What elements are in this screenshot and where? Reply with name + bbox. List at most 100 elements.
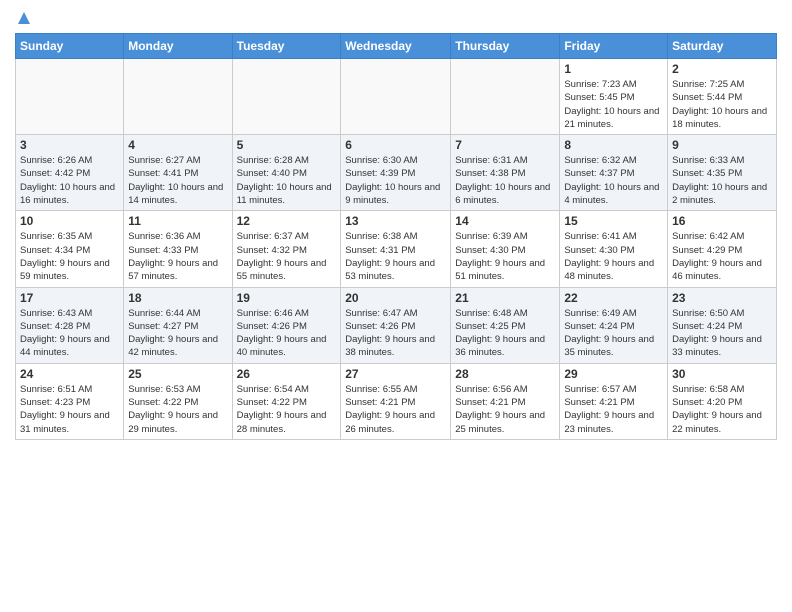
day-info: Sunrise: 6:55 AM Sunset: 4:21 PM Dayligh… [345, 383, 446, 436]
day-info: Sunrise: 6:41 AM Sunset: 4:30 PM Dayligh… [564, 230, 663, 283]
calendar-cell: 2 Sunrise: 7:25 AM Sunset: 5:44 PM Daylig… [668, 59, 777, 135]
header-friday: Friday [560, 34, 668, 59]
day-number: 2 [672, 62, 772, 76]
calendar-cell: 26 Sunrise: 6:54 AM Sunset: 4:22 PM Dayli… [232, 363, 341, 439]
week-row-1: 3 Sunrise: 6:26 AM Sunset: 4:42 PM Daylig… [16, 135, 777, 211]
day-number: 29 [564, 367, 663, 381]
calendar-cell [341, 59, 451, 135]
day-info: Sunrise: 6:43 AM Sunset: 4:28 PM Dayligh… [20, 307, 119, 360]
day-info: Sunrise: 6:42 AM Sunset: 4:29 PM Dayligh… [672, 230, 772, 283]
calendar-cell: 10 Sunrise: 6:35 AM Sunset: 4:34 PM Dayli… [16, 211, 124, 287]
calendar-cell: 17Sunrise: 6:43 AM Sunset: 4:28 PM Dayli… [16, 287, 124, 363]
calendar-cell: 9Sunrise: 6:33 AM Sunset: 4:35 PM Daylig… [668, 135, 777, 211]
day-number: 24 [20, 367, 119, 381]
day-info: Sunrise: 6:32 AM Sunset: 4:37 PM Dayligh… [564, 154, 663, 207]
calendar-cell: 16Sunrise: 6:42 AM Sunset: 4:29 PM Dayli… [668, 211, 777, 287]
day-number: 21 [455, 291, 555, 305]
logo-triangle-icon [17, 11, 31, 25]
day-info: Sunrise: 6:37 AM Sunset: 4:32 PM Dayligh… [237, 230, 337, 283]
day-info: Sunrise: 6:54 AM Sunset: 4:22 PM Dayligh… [237, 383, 337, 436]
calendar-cell: 25 Sunrise: 6:53 AM Sunset: 4:22 PM Dayli… [124, 363, 232, 439]
calendar-cell: 29 Sunrise: 6:57 AM Sunset: 4:21 PM Dayli… [560, 363, 668, 439]
calendar-cell: 22 Sunrise: 6:49 AM Sunset: 4:24 PM Dayli… [560, 287, 668, 363]
calendar-cell: 27 Sunrise: 6:55 AM Sunset: 4:21 PM Dayli… [341, 363, 451, 439]
day-info: Sunrise: 6:57 AM Sunset: 4:21 PM Dayligh… [564, 383, 663, 436]
header-area [15, 10, 777, 25]
day-number: 8 [564, 138, 663, 152]
day-info: Sunrise: 7:25 AM Sunset: 5:44 PM Dayligh… [672, 78, 772, 131]
day-number: 3 [20, 138, 119, 152]
day-info: Sunrise: 7:23 AM Sunset: 5:45 PM Dayligh… [564, 78, 663, 131]
day-info: Sunrise: 6:53 AM Sunset: 4:22 PM Dayligh… [128, 383, 227, 436]
calendar-cell: 6 Sunrise: 6:30 AM Sunset: 4:39 PM Daylig… [341, 135, 451, 211]
day-number: 6 [345, 138, 446, 152]
day-number: 4 [128, 138, 227, 152]
calendar-cell [232, 59, 341, 135]
day-info: Sunrise: 6:48 AM Sunset: 4:25 PM Dayligh… [455, 307, 555, 360]
day-info: Sunrise: 6:36 AM Sunset: 4:33 PM Dayligh… [128, 230, 227, 283]
day-number: 19 [237, 291, 337, 305]
day-info: Sunrise: 6:46 AM Sunset: 4:26 PM Dayligh… [237, 307, 337, 360]
day-info: Sunrise: 6:58 AM Sunset: 4:20 PM Dayligh… [672, 383, 772, 436]
calendar-cell: 13 Sunrise: 6:38 AM Sunset: 4:31 PM Dayli… [341, 211, 451, 287]
calendar-cell: 28Sunrise: 6:56 AM Sunset: 4:21 PM Dayli… [451, 363, 560, 439]
day-info: Sunrise: 6:49 AM Sunset: 4:24 PM Dayligh… [564, 307, 663, 360]
logo [15, 10, 31, 25]
day-number: 22 [564, 291, 663, 305]
calendar-cell: 19 Sunrise: 6:46 AM Sunset: 4:26 PM Dayli… [232, 287, 341, 363]
calendar-cell: 7 Sunrise: 6:31 AM Sunset: 4:38 PM Daylig… [451, 135, 560, 211]
day-number: 30 [672, 367, 772, 381]
day-number: 14 [455, 214, 555, 228]
header-tuesday: Tuesday [232, 34, 341, 59]
calendar-cell: 21 Sunrise: 6:48 AM Sunset: 4:25 PM Dayli… [451, 287, 560, 363]
day-info: Sunrise: 6:51 AM Sunset: 4:23 PM Dayligh… [20, 383, 119, 436]
calendar: Sunday Monday Tuesday Wednesday Thursday… [15, 33, 777, 440]
logo-text [15, 10, 31, 25]
day-number: 23 [672, 291, 772, 305]
day-info: Sunrise: 6:35 AM Sunset: 4:34 PM Dayligh… [20, 230, 119, 283]
day-number: 1 [564, 62, 663, 76]
day-info: Sunrise: 6:44 AM Sunset: 4:27 PM Dayligh… [128, 307, 227, 360]
day-number: 25 [128, 367, 227, 381]
page: Sunday Monday Tuesday Wednesday Thursday… [0, 0, 792, 612]
calendar-cell: 20 Sunrise: 6:47 AM Sunset: 4:26 PM Dayli… [341, 287, 451, 363]
calendar-cell: 3 Sunrise: 6:26 AM Sunset: 4:42 PM Daylig… [16, 135, 124, 211]
calendar-cell: 14 Sunrise: 6:39 AM Sunset: 4:30 PM Dayli… [451, 211, 560, 287]
day-info: Sunrise: 6:39 AM Sunset: 4:30 PM Dayligh… [455, 230, 555, 283]
calendar-cell [451, 59, 560, 135]
week-row-0: 1 Sunrise: 7:23 AM Sunset: 5:45 PM Daylig… [16, 59, 777, 135]
day-number: 26 [237, 367, 337, 381]
calendar-cell [124, 59, 232, 135]
day-number: 20 [345, 291, 446, 305]
calendar-cell [16, 59, 124, 135]
calendar-cell: 4Sunrise: 6:27 AM Sunset: 4:41 PM Daylig… [124, 135, 232, 211]
day-info: Sunrise: 6:56 AM Sunset: 4:21 PM Dayligh… [455, 383, 555, 436]
header-wednesday: Wednesday [341, 34, 451, 59]
day-number: 15 [564, 214, 663, 228]
day-info: Sunrise: 6:30 AM Sunset: 4:39 PM Dayligh… [345, 154, 446, 207]
day-info: Sunrise: 6:28 AM Sunset: 4:40 PM Dayligh… [237, 154, 337, 207]
day-number: 5 [237, 138, 337, 152]
calendar-cell: 15 Sunrise: 6:41 AM Sunset: 4:30 PM Dayli… [560, 211, 668, 287]
week-row-3: 17Sunrise: 6:43 AM Sunset: 4:28 PM Dayli… [16, 287, 777, 363]
calendar-cell: 12Sunrise: 6:37 AM Sunset: 4:32 PM Dayli… [232, 211, 341, 287]
day-number: 7 [455, 138, 555, 152]
day-number: 10 [20, 214, 119, 228]
calendar-cell: 23Sunrise: 6:50 AM Sunset: 4:24 PM Dayli… [668, 287, 777, 363]
day-number: 18 [128, 291, 227, 305]
week-row-4: 24 Sunrise: 6:51 AM Sunset: 4:23 PM Dayli… [16, 363, 777, 439]
day-number: 13 [345, 214, 446, 228]
calendar-cell: 30 Sunrise: 6:58 AM Sunset: 4:20 PM Dayli… [668, 363, 777, 439]
day-info: Sunrise: 6:26 AM Sunset: 4:42 PM Dayligh… [20, 154, 119, 207]
day-info: Sunrise: 6:33 AM Sunset: 4:35 PM Dayligh… [672, 154, 772, 207]
day-info: Sunrise: 6:47 AM Sunset: 4:26 PM Dayligh… [345, 307, 446, 360]
day-info: Sunrise: 6:31 AM Sunset: 4:38 PM Dayligh… [455, 154, 555, 207]
day-info: Sunrise: 6:38 AM Sunset: 4:31 PM Dayligh… [345, 230, 446, 283]
header-thursday: Thursday [451, 34, 560, 59]
day-number: 27 [345, 367, 446, 381]
weekday-header-row: Sunday Monday Tuesday Wednesday Thursday… [16, 34, 777, 59]
header-monday: Monday [124, 34, 232, 59]
calendar-cell: 11Sunrise: 6:36 AM Sunset: 4:33 PM Dayli… [124, 211, 232, 287]
calendar-cell: 5 Sunrise: 6:28 AM Sunset: 4:40 PM Daylig… [232, 135, 341, 211]
header-sunday: Sunday [16, 34, 124, 59]
